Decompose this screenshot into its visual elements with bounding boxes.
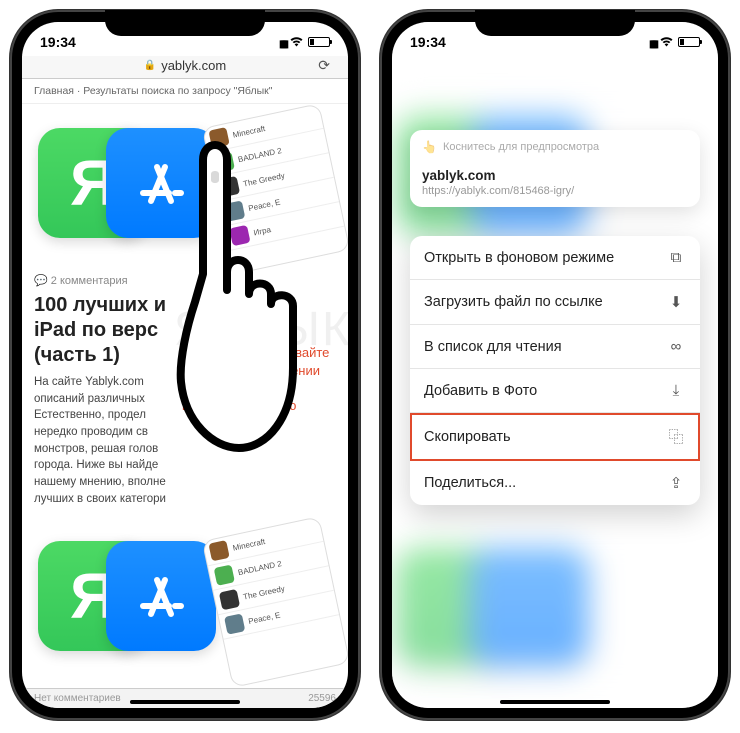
battery-icon (308, 37, 330, 47)
article-image-2[interactable]: Я Minecraft BADLAND 2 The Greedy Peace, … (34, 523, 336, 683)
screen-left: 19:34 🔒 yablyk.com ⟳ Главная · Результат… (22, 22, 348, 708)
menu-open-background[interactable]: Открыть в фоновом режиме ⧉ (410, 236, 700, 280)
mock-phone-graphic-2: Minecraft BADLAND 2 The Greedy Peace, E (202, 517, 348, 689)
status-time: 19:34 (40, 34, 76, 50)
link-preview-card[interactable]: Коснитесь для предпросмотра yablyk.com h… (410, 130, 700, 207)
battery-icon (678, 37, 700, 47)
menu-add-to-photos[interactable]: Добавить в Фото ⤓ (410, 369, 700, 413)
share-icon: ⇪ (666, 474, 686, 492)
add-photos-icon: ⤓ (666, 382, 686, 399)
phone-right: 19:34 Коснитесь для предпросмотра yablyk… (380, 10, 730, 720)
download-icon: ⬇ (666, 293, 686, 311)
status-right (279, 34, 330, 50)
status-time: 19:34 (410, 34, 446, 50)
copy-icon: ⿻ (666, 426, 686, 447)
notch (105, 10, 265, 36)
menu-label: Скопировать (424, 429, 511, 445)
watermark: ЯБЛЫК (174, 302, 348, 357)
appstore-tile-icon (106, 128, 216, 238)
menu-label: Открыть в фоновом режиме (424, 250, 614, 266)
signal-icon (649, 34, 655, 50)
notch (475, 10, 635, 36)
menu-reading-list[interactable]: В список для чтения ∞ (410, 325, 700, 369)
addressbar[interactable]: 🔒 yablyk.com ⟳ (22, 56, 348, 79)
preview-url: https://yablyk.com/815468-igry/ (422, 185, 688, 197)
address-text: yablyk.com (161, 58, 226, 73)
open-background-icon: ⧉ (666, 249, 686, 266)
menu-label: В список для чтения (424, 339, 562, 355)
preview-hint: Коснитесь для предпросмотра (422, 140, 688, 154)
breadcrumb[interactable]: Главная · Результаты поиска по запросу "… (22, 79, 348, 104)
reload-icon[interactable]: ⟳ (318, 57, 330, 74)
preview-domain: yablyk.com (422, 168, 688, 183)
menu-share[interactable]: Поделиться... ⇪ (410, 461, 700, 505)
appstore-tile-icon-2 (106, 541, 216, 651)
signal-icon (279, 34, 285, 50)
views-count: 25596 (308, 693, 336, 704)
comments-count[interactable]: 2 комментария (22, 274, 348, 293)
reading-list-icon: ∞ (666, 338, 686, 355)
article-image-1[interactable]: Я Minecraft BADLAND 2 The Greedy Peace, … (34, 110, 336, 270)
context-menu: Открыть в фоновом режиме ⧉ Загрузить фай… (410, 236, 700, 505)
wifi-icon (659, 34, 674, 50)
mock-phone-graphic: Minecraft BADLAND 2 The Greedy Peace, E … (202, 103, 348, 275)
screen-right: 19:34 Коснитесь для предпросмотра yablyk… (392, 22, 718, 708)
wifi-icon (289, 34, 304, 50)
bottom-toolbar: Нет комментариев 25596 (22, 688, 348, 708)
menu-label: Загрузить файл по ссылке (424, 294, 603, 310)
menu-download-linked-file[interactable]: Загрузить файл по ссылке ⬇ (410, 280, 700, 325)
lock-icon: 🔒 (144, 60, 156, 71)
status-right (649, 34, 700, 50)
no-comments: Нет комментариев (34, 693, 121, 704)
menu-label: Добавить в Фото (424, 383, 537, 399)
menu-copy[interactable]: Скопировать ⿻ (410, 413, 700, 461)
home-indicator[interactable] (500, 700, 610, 704)
home-indicator[interactable] (130, 700, 240, 704)
phone-left: 19:34 🔒 yablyk.com ⟳ Главная · Результат… (10, 10, 360, 720)
menu-label: Поделиться... (424, 475, 516, 491)
